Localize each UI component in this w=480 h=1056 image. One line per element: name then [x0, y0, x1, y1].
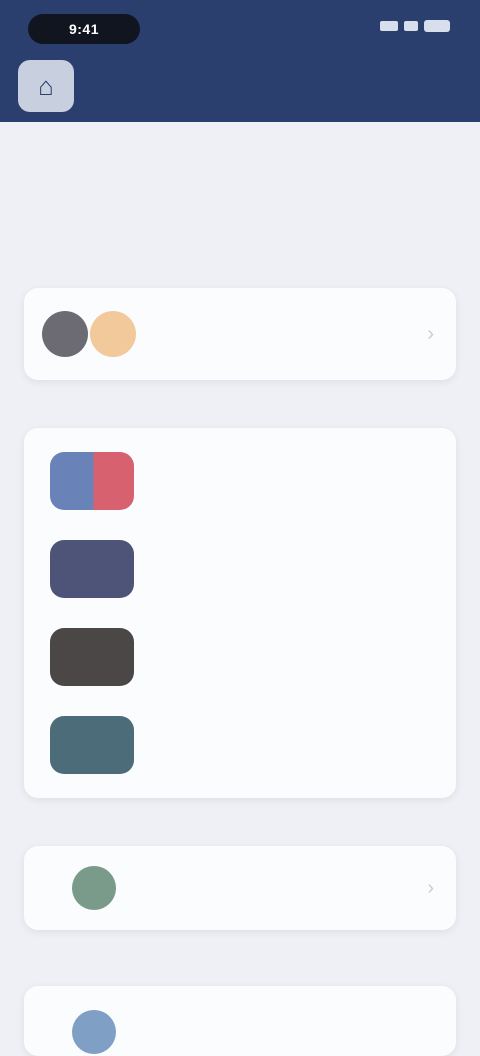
avatar-group [42, 309, 152, 359]
list-item[interactable] [24, 710, 456, 780]
list-item[interactable] [24, 622, 456, 692]
section-card: › [24, 288, 456, 380]
avatar [42, 311, 88, 357]
list-item[interactable] [24, 534, 456, 604]
home-icon: ⌂ [38, 70, 54, 101]
thumbnail [50, 452, 134, 510]
thumbnail [50, 716, 134, 774]
list-item[interactable]: › [24, 864, 456, 912]
thumbnail [50, 540, 134, 598]
item-icon [72, 866, 116, 910]
chevron-right-icon: › [427, 322, 434, 345]
main-content: › › [0, 122, 480, 1056]
home-button[interactable]: ⌂ [18, 60, 74, 112]
signal-icon [380, 21, 398, 31]
list-item[interactable] [24, 1008, 456, 1056]
avatar [90, 311, 136, 357]
list-item[interactable]: › [24, 308, 456, 360]
app-header: 9:41 ⌂ [0, 0, 480, 122]
section-card: › [24, 846, 456, 930]
status-icons [380, 20, 450, 32]
chevron-right-icon: › [427, 876, 434, 899]
wifi-icon [404, 21, 418, 31]
section-card [24, 428, 456, 798]
list-item[interactable] [24, 446, 456, 516]
item-icon [72, 1010, 116, 1054]
battery-icon [424, 20, 450, 32]
section-card [24, 986, 456, 1056]
status-time: 9:41 [28, 14, 140, 44]
thumbnail [50, 628, 134, 686]
